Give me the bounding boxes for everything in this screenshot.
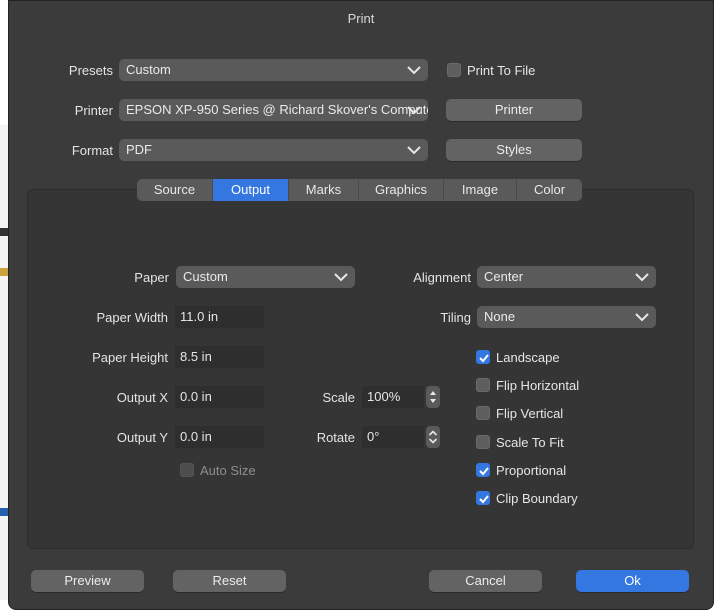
tab-marks[interactable]: Marks [289,179,359,201]
checkmark-icon [479,495,489,504]
print-to-file-checkbox[interactable] [447,63,461,77]
alignment-label: Alignment [413,270,471,285]
print-dialog: Print Presets Custom Print To File Print… [8,0,714,610]
print-to-file-label: Print To File [467,63,536,78]
presets-label: Presets [68,63,113,78]
flip-horizontal-label: Flip Horizontal [496,378,580,393]
scale-to-fit-checkbox[interactable] [476,435,490,449]
tab-source[interactable]: Source [137,179,213,201]
cancel-button[interactable]: Cancel [429,570,542,592]
stepper-arrows-icon [430,391,436,403]
printer-popup[interactable]: EPSON XP-950 Series @ Richard Skover's C… [119,99,428,121]
paper-height-field[interactable]: 8.5 in [175,346,264,368]
scale-to-fit-label: Scale To Fit [496,435,564,450]
paper-width-label: Paper Width [96,310,168,325]
flip-vertical-label: Flip Vertical [496,406,564,421]
background-artifact [0,508,8,516]
styles-button[interactable]: Styles [446,139,582,161]
background-artifact [0,228,8,236]
chevron-down-icon [407,106,421,115]
printer-button[interactable]: Printer [446,99,582,121]
tiling-popup[interactable]: None [477,306,656,328]
output-y-label: Output Y [116,430,168,445]
paper-label: Paper [134,270,169,285]
rotate-field[interactable]: 0° [362,426,424,448]
tiling-value: None [484,309,516,324]
scale-stepper[interactable] [426,386,440,408]
tab-graphics[interactable]: Graphics [359,179,444,201]
ok-button[interactable]: Ok [576,570,689,592]
landscape-checkbox[interactable] [476,350,490,364]
background-artifact [0,268,8,276]
tab-bar: Source Output Marks Graphics Image Color [137,179,582,201]
presets-popup[interactable]: Custom [119,59,428,81]
clip-boundary-label: Clip Boundary [496,491,578,506]
reset-button[interactable]: Reset [173,570,286,592]
clip-boundary-checkbox[interactable] [476,491,490,505]
auto-size-label: Auto Size [200,463,256,478]
presets-value: Custom [126,62,171,77]
chevron-down-icon [407,146,421,155]
alignment-value: Center [484,269,524,284]
auto-size-checkbox[interactable] [180,463,194,477]
flip-horizontal-checkbox[interactable] [476,378,490,392]
proportional-checkbox[interactable] [476,463,490,477]
landscape-label: Landscape [496,350,560,365]
format-label: Format [71,143,113,158]
tab-image[interactable]: Image [444,179,517,201]
tiling-label: Tiling [440,310,471,325]
output-x-field[interactable]: 0.0 in [175,386,264,408]
output-y-field[interactable]: 0.0 in [175,426,264,448]
printer-label: Printer [74,103,113,118]
format-popup[interactable]: PDF [119,139,428,161]
proportional-label: Proportional [496,463,567,478]
tab-color[interactable]: Color [517,179,582,201]
paper-popup[interactable]: Custom [176,266,355,288]
format-value: PDF [126,142,152,157]
output-x-label: Output X [116,390,168,405]
chevron-down-icon [334,273,348,282]
output-panel [27,189,694,549]
preview-button[interactable]: Preview [31,570,144,592]
tab-output[interactable]: Output [213,179,289,201]
rotate-stepper[interactable] [426,426,440,448]
scale-label: Scale [322,390,355,405]
alignment-popup[interactable]: Center [477,266,656,288]
paper-width-field[interactable]: 11.0 in [175,306,264,328]
chevron-down-icon [635,313,649,322]
checkmark-icon [479,354,489,363]
flip-vertical-checkbox[interactable] [476,406,490,420]
paper-height-label: Paper Height [92,350,168,365]
stepper-chevrons-icon [428,430,438,444]
scale-field[interactable]: 100% [362,386,424,408]
chevron-down-icon [635,273,649,282]
rotate-label: Rotate [316,430,355,445]
chevron-down-icon [407,66,421,75]
printer-value: EPSON XP-950 Series @ Richard Skover's C… [126,102,428,117]
window-title: Print [347,11,375,26]
checkmark-icon [479,467,489,476]
paper-value: Custom [183,269,228,284]
